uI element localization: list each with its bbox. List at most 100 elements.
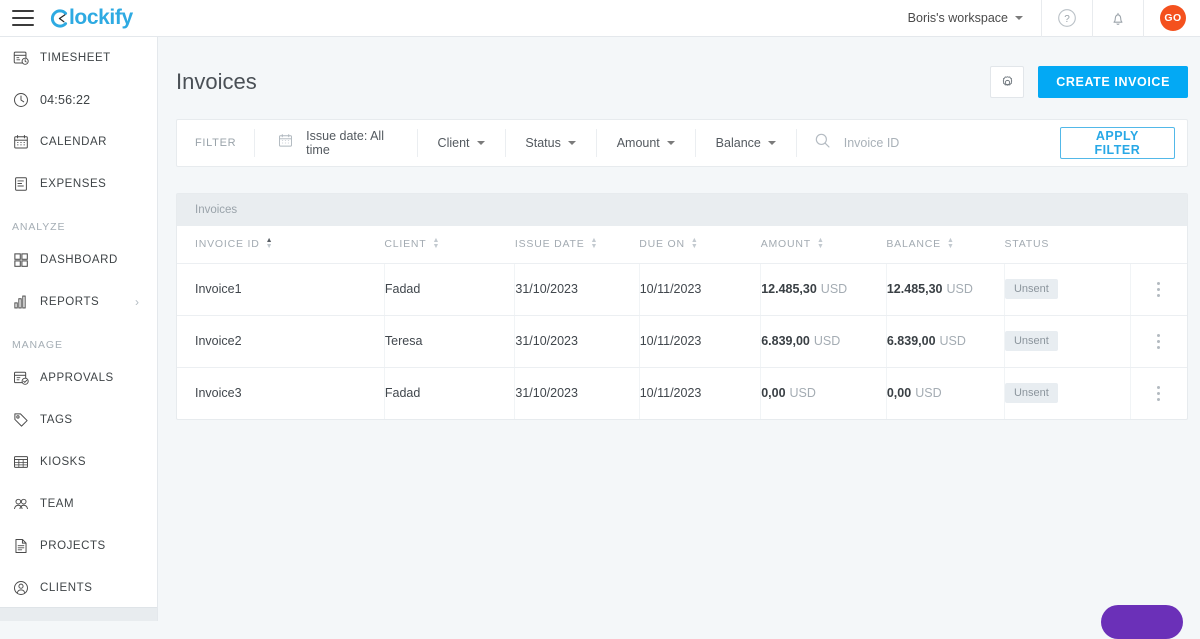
sidebar-item-label: TAGS (40, 414, 73, 426)
sidebar-item-label: CALENDAR (40, 136, 108, 148)
balance-currency: USD (939, 334, 966, 348)
amount-value: 12.485,30 (761, 282, 817, 296)
table-row[interactable]: Invoice3 Fadad 31/10/2023 10/11/2023 0,0… (177, 367, 1187, 419)
issue-date-text: Issue date: All time (306, 129, 384, 157)
cell-actions (1130, 315, 1187, 368)
balance-filter-label: Balance (715, 136, 761, 150)
cell-invoice-id[interactable]: Invoice2 (177, 315, 385, 368)
search-input[interactable] (843, 136, 1044, 150)
column-header-amount[interactable]: AMOUNT ▲ ▼ (760, 226, 887, 264)
cell-due-on: 10/11/2023 (639, 315, 762, 368)
amount-filter-label: Amount (616, 136, 660, 150)
column-header-balance[interactable]: BALANCE ▲ ▼ (886, 226, 1005, 264)
clockify-mark-icon (50, 8, 69, 28)
sidebar-item-timer[interactable]: 04:56:22 (0, 79, 157, 121)
amount-currency: USD (813, 334, 841, 348)
table-head: INVOICE ID ▲ ▼ CLIENT ▲ ▼ ISSUE DATE ▲ ▼… (177, 226, 1187, 264)
more-vertical-icon[interactable] (1131, 385, 1187, 401)
sidebar-item-label: EXPENSES (40, 178, 107, 190)
sidebar-timer-value: 04:56:22 (40, 93, 91, 107)
hamburger-icon[interactable] (12, 10, 34, 26)
clockify-logo[interactable]: lockify (50, 6, 133, 30)
more-vertical-icon[interactable] (1131, 281, 1187, 297)
column-label: AMOUNT (760, 238, 811, 251)
table-caption: Invoices (177, 194, 1187, 226)
calendar-icon (277, 132, 294, 154)
top-bar: lockify Boris's workspace ? GO (0, 0, 1200, 37)
invoice-id-search[interactable] (797, 131, 1060, 155)
header-actions: CREATE INVOICE (990, 66, 1188, 98)
sidebar-item-clients[interactable]: CLIENTS (0, 567, 157, 609)
sort-icon: ▲ ▼ (690, 237, 699, 251)
workspace-selector[interactable]: Boris's workspace (890, 0, 1041, 37)
workspace-label: Boris's workspace (907, 11, 1008, 25)
cell-invoice-id[interactable]: Invoice1 (177, 263, 385, 316)
cell-balance: 0,00 USD (886, 367, 1005, 419)
table-row[interactable]: Invoice2 Teresa 31/10/2023 10/11/2023 6.… (177, 315, 1187, 368)
cell-actions (1130, 263, 1187, 316)
calendar-icon (12, 133, 40, 151)
avatar[interactable]: GO (1160, 5, 1186, 31)
cell-balance: 12.485,30 USD (886, 263, 1005, 316)
balance-filter-dropdown[interactable]: Balance (696, 136, 796, 150)
timesheet-icon (12, 49, 40, 67)
status-filter-label: Status (525, 136, 561, 150)
approvals-icon (12, 369, 40, 387)
column-label: ISSUE DATE (514, 238, 585, 251)
chevron-down-icon (476, 141, 485, 145)
sidebar-item-team[interactable]: TEAM (0, 483, 157, 525)
kiosk-grid-icon (12, 453, 40, 471)
cell-issue-date: 31/10/2023 (514, 367, 640, 419)
cell-balance: 6.839,00 USD (886, 315, 1005, 368)
cell-issue-date: 31/10/2023 (514, 315, 640, 368)
sidebar-item-approvals[interactable]: APPROVALS (0, 357, 157, 399)
sidebar-item-label: DASHBOARD (40, 254, 118, 266)
sidebar-item-timesheet[interactable]: TIMESHEET (0, 37, 157, 79)
client-filter-dropdown[interactable]: Client (418, 136, 505, 150)
issue-date-filter[interactable]: Issue date: All time (255, 129, 417, 157)
sidebar: TIMESHEET 04:56:22 CALENDAR EXPENSES ANA… (0, 37, 158, 621)
sidebar-group-analyze: ANALYZE (12, 221, 66, 233)
column-header-due-on[interactable]: DUE ON ▲ ▼ (639, 226, 761, 264)
chevron-down-icon (1015, 16, 1023, 20)
sidebar-item-calendar[interactable]: CALENDAR (0, 121, 157, 163)
help-circle-icon[interactable]: ? (1042, 0, 1092, 37)
cell-client: Teresa (384, 315, 516, 368)
team-icon (12, 495, 40, 513)
client-filter-label: Client (437, 136, 470, 150)
invoices-table: INVOICE ID ▲ ▼ CLIENT ▲ ▼ ISSUE DATE ▲ ▼… (177, 226, 1187, 419)
sidebar-group-manage: MANAGE (12, 339, 63, 351)
sidebar-item-expenses[interactable]: EXPENSES (0, 163, 157, 205)
column-header-client[interactable]: CLIENT ▲ ▼ (384, 226, 515, 264)
projects-document-icon (12, 537, 40, 555)
gear-icon[interactable] (990, 66, 1025, 98)
sort-icon: ▲ ▼ (946, 237, 955, 251)
column-header-invoice-id[interactable]: INVOICE ID ▲ ▼ (177, 226, 385, 264)
sort-icon: ▲ ▼ (432, 237, 441, 251)
table-row[interactable]: Invoice1 Fadad 31/10/2023 10/11/2023 12.… (177, 263, 1187, 316)
sidebar-item-kiosks[interactable]: KIOSKS (0, 441, 157, 483)
support-chat-button[interactable] (1101, 605, 1183, 639)
more-vertical-icon[interactable] (1131, 333, 1187, 349)
sidebar-item-tags[interactable]: TAGS (0, 399, 157, 441)
apply-filter-button[interactable]: APPLY FILTER (1059, 127, 1175, 159)
notification-bell-icon[interactable] (1093, 0, 1143, 37)
cell-invoice-id[interactable]: Invoice3 (177, 367, 385, 419)
sidebar-item-projects[interactable]: PROJECTS (0, 525, 157, 567)
expenses-icon (12, 175, 40, 193)
cell-status: Unsent (1004, 367, 1131, 419)
table-body: Invoice1 Fadad 31/10/2023 10/11/2023 12.… (177, 263, 1187, 419)
create-invoice-button[interactable]: CREATE INVOICE (1038, 66, 1188, 98)
page-header: Invoices CREATE INVOICE (158, 37, 1200, 105)
column-header-issue-date[interactable]: ISSUE DATE ▲ ▼ (514, 226, 640, 264)
sidebar-item-dashboard[interactable]: DASHBOARD (0, 239, 157, 281)
amount-filter-dropdown[interactable]: Amount (597, 136, 695, 150)
cell-amount: 0,00 USD (760, 367, 887, 419)
status-filter-dropdown[interactable]: Status (505, 136, 595, 150)
dashboard-grid-icon (12, 251, 40, 269)
amount-currency: USD (789, 386, 816, 401)
sidebar-item-reports[interactable]: REPORTS › (0, 281, 157, 323)
filter-label: FILTER (195, 137, 237, 149)
sidebar-item-label: PROJECTS (40, 540, 106, 552)
cell-actions (1130, 367, 1187, 419)
